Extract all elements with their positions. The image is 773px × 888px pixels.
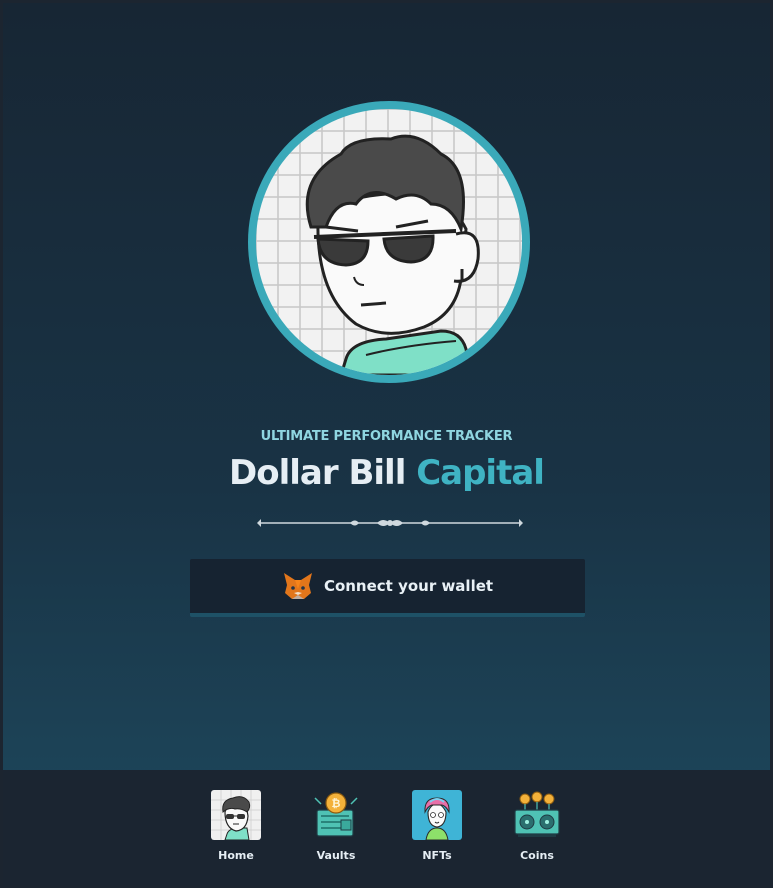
title-part-1: Dollar Bill: [229, 453, 406, 493]
nav-item-nfts[interactable]: NFTs: [397, 790, 477, 862]
avatar-home-icon: [211, 790, 261, 840]
metamask-fox-icon: [283, 573, 312, 599]
nft-character-icon: [412, 790, 462, 840]
connect-wallet-label: Connect your wallet: [323, 577, 494, 595]
bitcoin-vault-icon: ₿: [314, 792, 358, 837]
bottom-navigation: Home ₿ Vaults NFTs Coins: [3, 770, 770, 885]
nav-label-nfts: NFTs: [422, 849, 452, 862]
nav-label-vaults: Vaults: [316, 849, 356, 862]
main-area: ULTIMATE PERFORMANCE TRACKER Dollar Bill…: [3, 3, 770, 770]
ornamental-divider: [257, 519, 523, 527]
nav-label-home: Home: [218, 849, 254, 862]
connect-wallet-button[interactable]: Connect your wallet: [190, 559, 585, 617]
svg-text:₿: ₿: [332, 797, 341, 810]
hero-kicker: ULTIMATE PERFORMANCE TRACKER: [260, 429, 513, 444]
nav-item-coins[interactable]: Coins: [497, 790, 577, 862]
nav-item-home[interactable]: Home: [196, 790, 276, 862]
nav-label-coins: Coins: [520, 849, 554, 862]
title-part-2: Capital: [416, 453, 545, 493]
profile-avatar: [250, 103, 528, 381]
avatar-illustration: [256, 109, 522, 375]
nav-item-vaults[interactable]: ₿ Vaults: [296, 790, 376, 862]
app-frame: ULTIMATE PERFORMANCE TRACKER Dollar Bill…: [0, 0, 773, 888]
coin-mining-rig-icon: [514, 791, 560, 837]
page-title: Dollar Bill Capital: [3, 453, 770, 493]
